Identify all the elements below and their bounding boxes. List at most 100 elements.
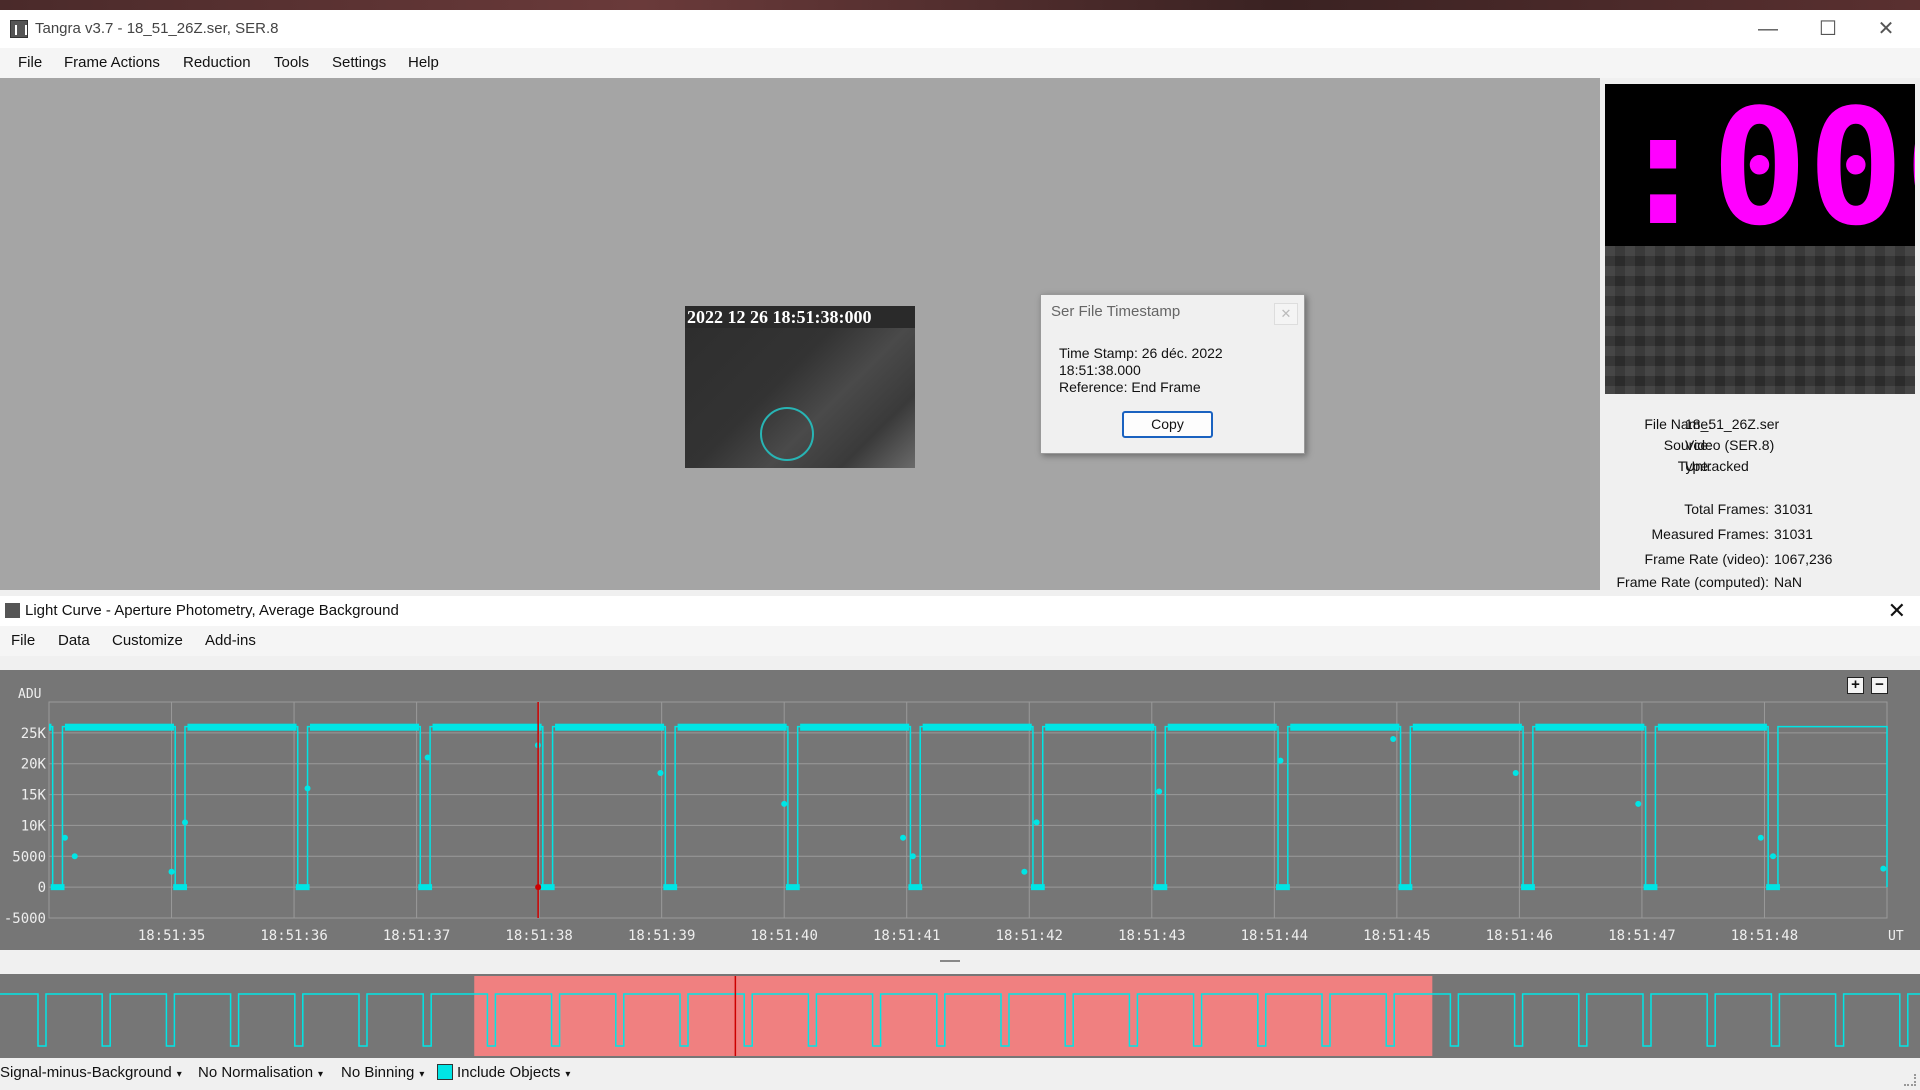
series-high-band (1657, 723, 1767, 731)
signal-mode-dropdown[interactable]: Signal-minus-Background ▾ (0, 1064, 182, 1081)
x-tick-label: 18:51:38 (505, 928, 572, 944)
x-tick-label: 18:51:42 (996, 928, 1063, 944)
series-low-band (418, 884, 433, 891)
menu-frame-actions[interactable]: Frame Actions (64, 54, 160, 71)
data-point (1757, 834, 1764, 841)
y-tick-label: 15K (21, 788, 47, 804)
x-tick-label: 18:51:46 (1486, 928, 1553, 944)
series-high-band (187, 723, 297, 731)
overview-strip[interactable] (0, 974, 1920, 1058)
series-low-band (663, 884, 678, 891)
frame-rate-video-value: 1067,236 (1774, 551, 1833, 567)
main-menubar: File Frame Actions Reduction Tools Setti… (0, 48, 1920, 78)
y-tick-label: 5000 (12, 849, 46, 865)
data-point (1390, 736, 1397, 743)
total-frames-label: Total Frames: (1684, 501, 1769, 517)
lc-menu-add-ins[interactable]: Add-ins (205, 632, 256, 649)
x-tick-label: 18:51:41 (873, 928, 940, 944)
binning-label: No Binning (341, 1064, 415, 1081)
x-tick-label: 18:51:40 (750, 928, 817, 944)
light-curve-chart[interactable]: ADU UT 25K 20K 15K 10K 5000 0 -5000 18:51:35 18:51… (0, 670, 1920, 950)
y-tick-label: 25K (21, 726, 47, 742)
timestamp-line: Time Stamp: 26 déc. 2022 18:51:38.000 (1059, 345, 1223, 378)
data-point (900, 834, 907, 841)
type-value: Untracked (1685, 458, 1749, 474)
series-high-band (800, 723, 910, 731)
include-objects-dropdown[interactable]: Include Objects ▾ (437, 1064, 570, 1081)
light-curve-toolbar: Signal-minus-Background ▾ No Normalisatio… (0, 1058, 1920, 1090)
series-high-band (432, 723, 542, 731)
signal-mode-label: Signal-minus-Background (0, 1064, 172, 1081)
copy-button[interactable]: Copy (1122, 411, 1213, 438)
series-low-band (1766, 884, 1780, 891)
overview-selection (474, 976, 1433, 1056)
series-low-band (540, 884, 555, 891)
close-button[interactable]: ✕ (1866, 16, 1906, 42)
x-tick-label: 18:51:43 (1118, 928, 1185, 944)
splitter-grip[interactable] (940, 960, 960, 962)
data-point (71, 853, 78, 860)
x-tick-label: 18:51:37 (383, 928, 450, 944)
data-point (909, 853, 916, 860)
frame-rate-video-label: Frame Rate (video): (1644, 551, 1769, 567)
data-point (168, 868, 175, 875)
light-curve-close-button[interactable]: ✕ (1888, 598, 1906, 624)
x-tick-label: 18:51:36 (260, 928, 327, 944)
x-tick-label: 18:51:45 (1363, 928, 1430, 944)
x-tick-label: 18:51:44 (1241, 928, 1308, 944)
series-high-band (1412, 723, 1522, 731)
menu-reduction[interactable]: Reduction (183, 54, 251, 71)
y-tick-label: 0 (38, 880, 46, 896)
title-bar[interactable]: Tangra v3.7 - 18_51_26Z.ser, SER.8 — ☐ ✕ (0, 10, 1920, 48)
data-point (182, 819, 189, 826)
resize-grip-icon[interactable] (1904, 1074, 1916, 1086)
binning-dropdown[interactable]: No Binning ▾ (341, 1064, 424, 1081)
data-point (1880, 865, 1887, 872)
panel-splitter[interactable] (0, 950, 1920, 974)
x-tick-label: 18:51:35 (138, 928, 205, 944)
normalisation-dropdown[interactable]: No Normalisation ▾ (198, 1064, 323, 1081)
lc-menu-customize[interactable]: Customize (112, 632, 183, 649)
tangra-app-icon (10, 20, 28, 38)
normalisation-label: No Normalisation (198, 1064, 314, 1081)
dialog-close-button[interactable]: ✕ (1274, 303, 1298, 325)
series-low-band (1030, 884, 1045, 891)
series-high-band (1167, 723, 1277, 731)
data-point (304, 785, 311, 792)
x-axis-label: UT (1888, 929, 1904, 944)
maximize-button[interactable]: ☐ (1808, 16, 1848, 42)
video-frame[interactable]: 2022 12 26 18:51:38:000 (685, 306, 915, 468)
aperture-circle-icon[interactable] (760, 407, 814, 461)
series-low-band (173, 884, 188, 891)
zoom-out-button[interactable]: − (1871, 677, 1888, 694)
series-high-band (922, 723, 1032, 731)
data-point (61, 834, 68, 841)
lc-menu-data[interactable]: Data (58, 632, 90, 649)
overview-chart[interactable] (0, 974, 1920, 1058)
frame-image (685, 328, 915, 468)
menu-file[interactable]: File (18, 54, 42, 71)
data-point (1033, 819, 1040, 826)
light-curve-plot[interactable]: ADU UT 25K 20K 15K 10K 5000 0 -5000 18:51:35 18:51… (0, 670, 1920, 950)
y-tick-label: -5000 (4, 911, 46, 927)
menu-help[interactable]: Help (408, 54, 439, 71)
x-tick-label: 18:51:48 (1731, 928, 1798, 944)
minimize-button[interactable]: — (1748, 16, 1788, 42)
menu-tools[interactable]: Tools (274, 54, 309, 71)
series-low-band (50, 884, 65, 891)
video-viewport[interactable]: 2022 12 26 18:51:38:000 Ser File Timesta… (0, 78, 1600, 590)
series-low-band (785, 884, 800, 891)
data-point (1156, 788, 1163, 795)
file-name-value: 18_51_26Z.ser (1685, 416, 1780, 432)
light-curve-title-bar[interactable]: Light Curve - Aperture Photometry, Avera… (0, 596, 1920, 626)
light-curve-title: Light Curve - Aperture Photometry, Avera… (25, 602, 399, 619)
zoomed-timestamp-area: :000 (1605, 84, 1915, 258)
zoom-in-button[interactable]: + (1847, 677, 1864, 694)
source-value: Video (SER.8) (1685, 437, 1775, 453)
menu-settings[interactable]: Settings (332, 54, 386, 71)
lc-menu-file[interactable]: File (11, 632, 35, 649)
zoomed-pixels (1605, 246, 1915, 394)
measured-frames-value: 31031 (1774, 526, 1813, 542)
object-color-swatch (437, 1064, 453, 1080)
series-low-band (1153, 884, 1168, 891)
